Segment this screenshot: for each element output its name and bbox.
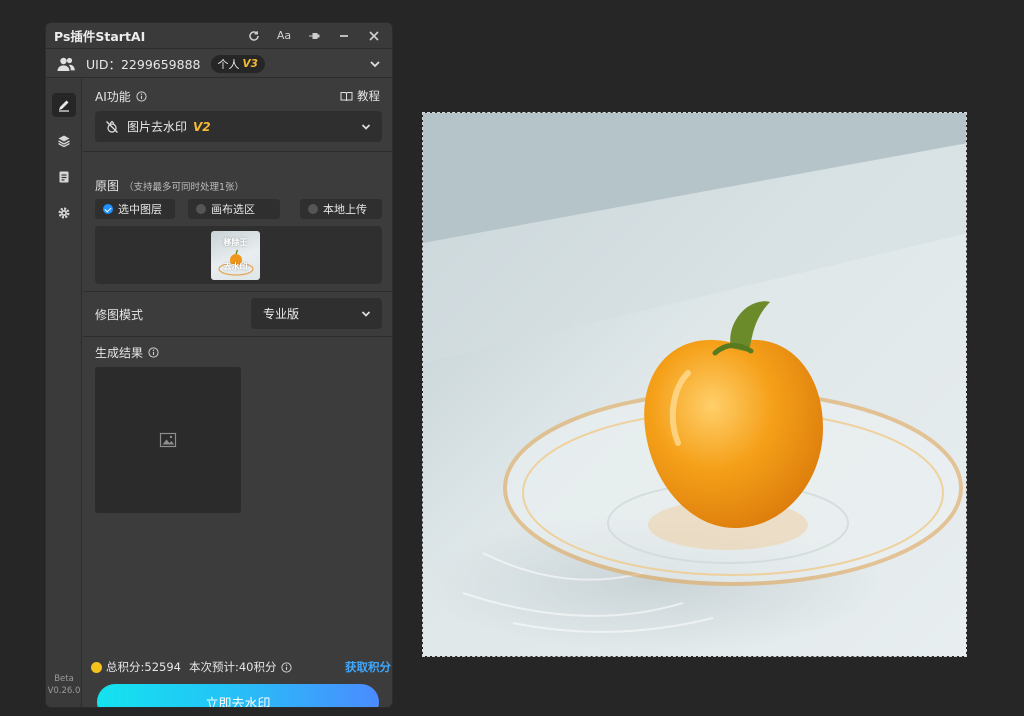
divider: [83, 291, 392, 292]
source-thumbnail[interactable]: 移除王 去水印: [211, 231, 260, 280]
minimize-icon[interactable]: [336, 28, 352, 44]
radio-checked-icon: [103, 204, 113, 214]
result-title: 生成结果: [95, 346, 144, 360]
plan-label: 个人: [217, 57, 240, 71]
ai-section-label: AI功能: [95, 88, 147, 105]
title-bar: Ps插件StartAI Aa: [46, 23, 392, 49]
ai-function-version: V2: [193, 119, 211, 134]
sidebar-item-clipboard[interactable]: [52, 165, 76, 189]
brush-icon: [59, 100, 69, 112]
app-title: Ps插件StartAI: [54, 29, 146, 44]
coin-icon: [91, 661, 102, 673]
plan-badge: 个人 V3: [210, 54, 265, 73]
pepper-photo: [423, 113, 966, 656]
pin-icon[interactable]: [306, 28, 322, 44]
version-stage: Beta: [54, 674, 74, 684]
clipboard-icon: [59, 171, 69, 183]
source-option-selected-layer[interactable]: 选中图层: [95, 199, 175, 219]
total-points: 总积分:52594: [106, 660, 181, 674]
ai-function-select[interactable]: 图片去水印 V2: [95, 111, 382, 142]
get-points-link[interactable]: 获取积分: [345, 659, 391, 675]
plugin-panel: Ps插件StartAI Aa UID：2299659888 个人 V3 Beta…: [45, 22, 393, 708]
layers-icon: [58, 135, 70, 148]
result-section-label: 生成结果: [95, 344, 159, 361]
gear-icon: [58, 207, 70, 219]
user-bar[interactable]: UID：2299659888 个人 V3: [46, 50, 392, 78]
mode-selected-value: 专业版: [263, 307, 300, 321]
source-option-canvas-selection[interactable]: 画布选区: [188, 199, 280, 219]
divider: [83, 151, 392, 152]
no-watermark-icon: [106, 120, 118, 133]
version-label: Beta V0.26.0: [46, 673, 82, 697]
chevron-down-icon: [361, 310, 371, 317]
sidebar: Beta V0.26.0: [46, 79, 82, 707]
source-preview-area[interactable]: 移除王 去水印: [95, 226, 382, 284]
divider: [83, 336, 392, 337]
source-option-label: 画布选区: [211, 203, 255, 216]
remove-watermark-button[interactable]: 立即去水印: [97, 684, 379, 707]
info-icon[interactable]: [281, 661, 293, 673]
mode-title: 修图模式: [95, 308, 144, 322]
radio-unchecked-icon: [196, 204, 206, 214]
mode-select[interactable]: 专业版: [251, 298, 382, 329]
source-hint: （支持最多可同时处理1张）: [124, 181, 245, 193]
mode-section-label: 修图模式: [95, 306, 143, 323]
refresh-icon[interactable]: [246, 28, 262, 44]
source-title: 原图: [95, 179, 120, 193]
thumbnail-watermark-text: 去水印: [223, 262, 248, 271]
sidebar-item-layers[interactable]: [52, 129, 76, 153]
canvas-image[interactable]: [422, 112, 967, 657]
window-controls: Aa: [246, 28, 382, 44]
info-icon[interactable]: [148, 347, 159, 358]
version-number: V0.26.0: [47, 686, 81, 696]
points-bar: 总积分:52594 本次预计:40积分 获取积分: [91, 659, 391, 675]
chevron-down-icon: [361, 123, 371, 130]
tutorial-link[interactable]: 教程: [340, 88, 380, 104]
sidebar-item-settings[interactable]: [52, 201, 76, 225]
thumbnail-watermark-text: 移除王: [223, 238, 248, 247]
image-placeholder-icon: [159, 432, 177, 448]
font-icon[interactable]: Aa: [276, 28, 292, 44]
users-icon: [57, 57, 75, 71]
info-icon[interactable]: [136, 91, 147, 102]
source-option-local-upload[interactable]: 本地上传: [300, 199, 382, 219]
source-section-label: 原图 （支持最多可同时处理1张）: [95, 177, 244, 194]
estimated-points: 本次预计:40积分: [188, 660, 277, 674]
chevron-down-icon[interactable]: [368, 57, 382, 71]
ai-function-name: 图片去水印: [127, 120, 188, 134]
tutorial-label: 教程: [357, 89, 380, 103]
ai-section-title: AI功能: [95, 90, 131, 104]
plan-level: V3: [242, 57, 258, 70]
sidebar-item-brush[interactable]: [52, 93, 76, 117]
uid-label: UID：2299659888: [86, 57, 201, 72]
source-option-label: 选中图层: [118, 203, 162, 216]
result-preview-area[interactable]: [95, 367, 241, 513]
radio-unchecked-icon: [308, 204, 318, 214]
main-content: AI功能 教程 图片去水印 V2 原图 （支持最多可同时处理1张） 选中图层 画…: [83, 79, 392, 707]
source-option-label: 本地上传: [323, 203, 367, 216]
book-icon: [340, 91, 353, 101]
close-icon[interactable]: [366, 28, 382, 44]
